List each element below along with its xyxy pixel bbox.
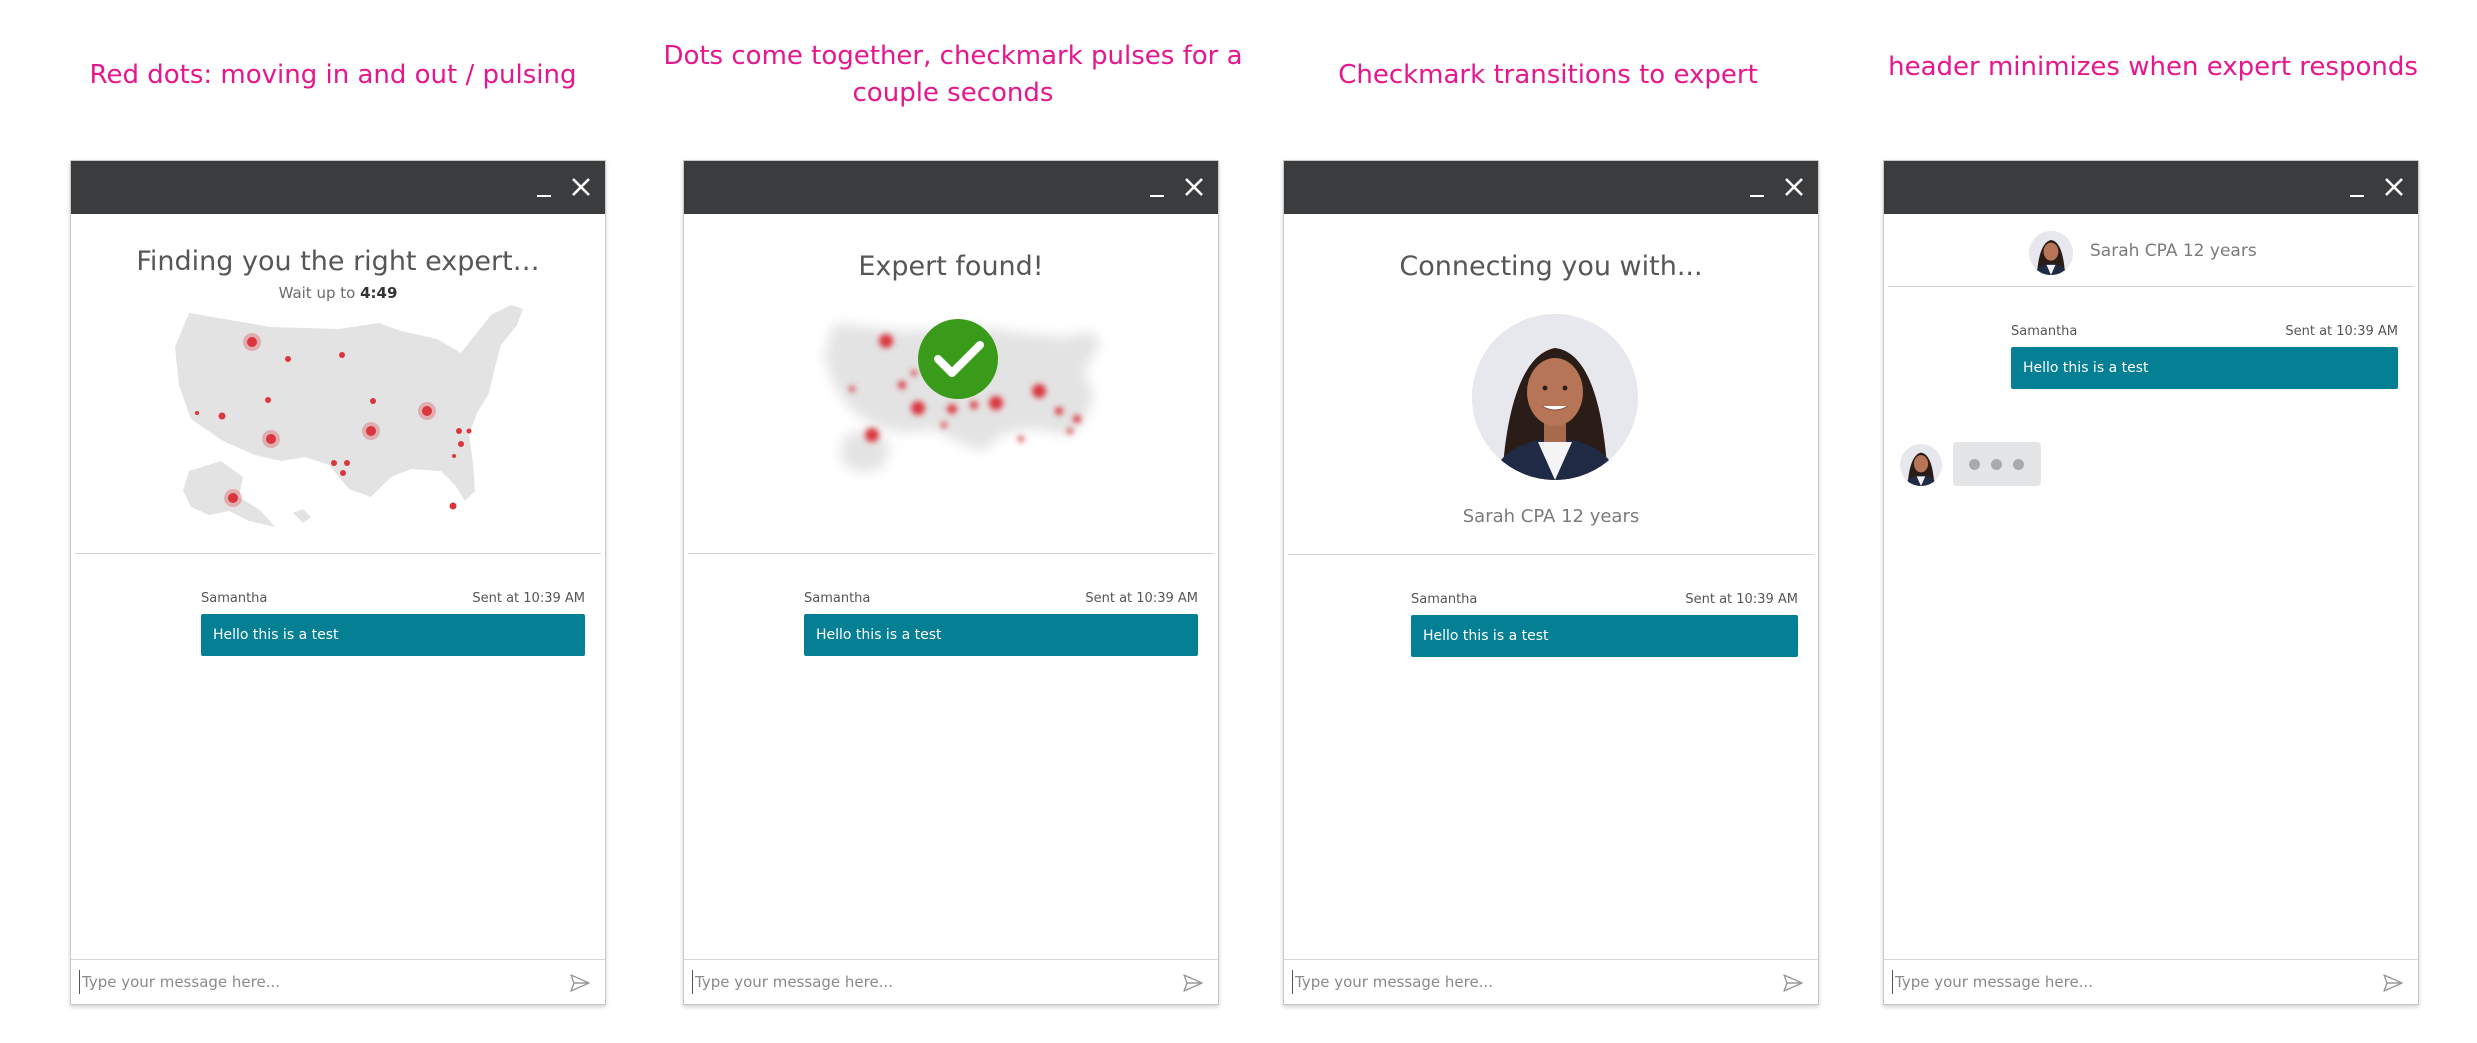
- message-input-bar: [1284, 959, 1818, 1004]
- message-bubble: Hello this is a test: [1411, 615, 1798, 657]
- caption-3: Checkmark transitions to expert: [1338, 60, 1758, 90]
- header-divider: [75, 553, 601, 554]
- message-sender: Samantha: [201, 591, 268, 606]
- chat-window-connecting: Connecting you with... Sarah CPA 12 year…: [1283, 160, 1819, 1005]
- message-time: Sent at 10:39 AM: [1085, 591, 1198, 606]
- message-input-bar: [1884, 959, 2418, 1004]
- caption-2: Dots come together, checkmark pulses for…: [643, 38, 1263, 112]
- chat-window-found: Expert found! Samantha Sent at 10:39 AM …: [683, 160, 1219, 1005]
- searching-title: Finding you the right expert…: [136, 246, 540, 277]
- send-icon[interactable]: [1782, 972, 1804, 994]
- caption-2-text: Dots come together, checkmark pulses for…: [663, 41, 1243, 108]
- message-input[interactable]: [1292, 970, 1735, 994]
- expert-header-label: Sarah CPA 12 years: [2090, 241, 2257, 261]
- minimize-icon[interactable]: [537, 195, 551, 197]
- chat-window-searching: Finding you the right expert… Wait up to…: [70, 160, 606, 1005]
- wait-time: Wait up to 4:49: [71, 284, 605, 302]
- close-icon[interactable]: [1780, 173, 1808, 201]
- chat-window-minimized-header: Sarah CPA 12 years Samantha Sent at 10:3…: [1883, 160, 2419, 1005]
- typing-indicator-icon: [1953, 442, 2041, 486]
- message-time: Sent at 10:39 AM: [2285, 324, 2398, 339]
- found-title: Expert found!: [858, 251, 1044, 282]
- expert-avatar-typing: [1900, 444, 1942, 486]
- message-input[interactable]: [79, 970, 522, 994]
- header-divider: [1288, 554, 1814, 555]
- message-bubble: Hello this is a test: [804, 614, 1198, 656]
- message-bubble: Hello this is a test: [201, 614, 585, 656]
- connecting-title: Connecting you with...: [1399, 251, 1703, 282]
- wait-countdown: 4:49: [360, 284, 398, 302]
- close-icon[interactable]: [2380, 173, 2408, 201]
- message-bubble: Hello this is a test: [2011, 347, 2398, 389]
- caption-4: header minimizes when expert responds: [1843, 49, 2463, 86]
- close-icon[interactable]: [567, 173, 595, 201]
- message-input[interactable]: [1892, 970, 2335, 994]
- send-icon[interactable]: [569, 972, 591, 994]
- message-input-bar: [71, 959, 605, 1004]
- header-divider: [688, 553, 1214, 554]
- close-icon[interactable]: [1180, 173, 1208, 201]
- send-icon[interactable]: [2382, 972, 2404, 994]
- message-time: Sent at 10:39 AM: [1685, 592, 1798, 607]
- minimize-icon[interactable]: [1750, 195, 1764, 197]
- window-titlebar: [684, 161, 1218, 214]
- blurred-us-map-icon: [824, 319, 1100, 473]
- window-titlebar: [1884, 161, 2418, 214]
- message-sender: Samantha: [2011, 324, 2078, 339]
- message-sender: Samantha: [1411, 592, 1478, 607]
- message-sender: Samantha: [804, 591, 871, 606]
- message-time: Sent at 10:39 AM: [472, 591, 585, 606]
- checkmark-icon: [918, 319, 998, 399]
- expert-label: Sarah CPA 12 years: [1462, 506, 1640, 527]
- expert-avatar: [1472, 314, 1638, 480]
- message-input[interactable]: [692, 970, 1135, 994]
- wait-prefix: Wait up to: [278, 284, 356, 302]
- expert-avatar-small: [2029, 231, 2073, 275]
- message-input-bar: [684, 959, 1218, 1004]
- header-divider: [1888, 286, 2414, 287]
- minimize-icon[interactable]: [1150, 195, 1164, 197]
- caption-4-text: header minimizes when expert responds: [1888, 52, 2418, 82]
- window-titlebar: [1284, 161, 1818, 214]
- window-titlebar: [71, 161, 605, 214]
- minimize-icon[interactable]: [2350, 195, 2364, 197]
- us-map-icon: [175, 305, 523, 527]
- caption-1: Red dots: moving in and out / pulsing: [89, 60, 577, 90]
- send-icon[interactable]: [1182, 972, 1204, 994]
